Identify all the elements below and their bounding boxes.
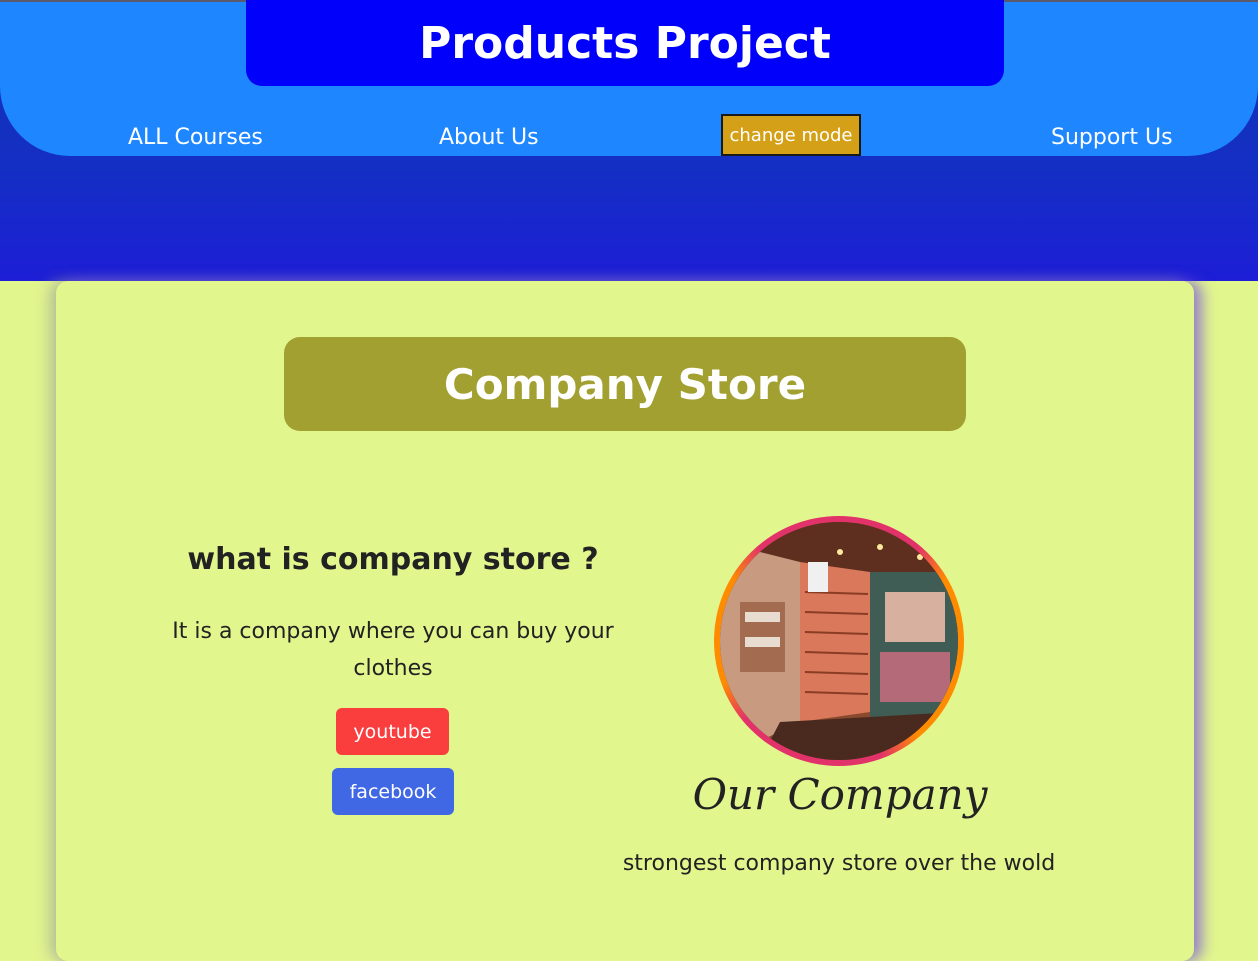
site-title: Products Project: [246, 0, 1004, 86]
section-description: It is a company where you can buy your c…: [172, 619, 614, 681]
company-script-heading: Our Company: [692, 770, 988, 819]
nav-link-about-us[interactable]: About Us: [439, 125, 539, 150]
nav-link-all-courses[interactable]: ALL Courses: [128, 125, 263, 150]
change-mode-button[interactable]: change mode: [721, 114, 861, 156]
company-subtitle: strongest company store over the wold: [622, 851, 1056, 876]
store-banner-title: Company Store: [284, 337, 966, 431]
section-heading: what is company store ?: [187, 542, 599, 577]
youtube-button[interactable]: youtube: [336, 708, 449, 755]
facebook-button[interactable]: facebook: [332, 768, 454, 815]
store-interior-photo: [720, 522, 958, 760]
store-photo-frame: [714, 516, 964, 766]
nav-link-support-us[interactable]: Support Us: [1051, 125, 1173, 150]
store-interior-illustration: [720, 522, 958, 760]
